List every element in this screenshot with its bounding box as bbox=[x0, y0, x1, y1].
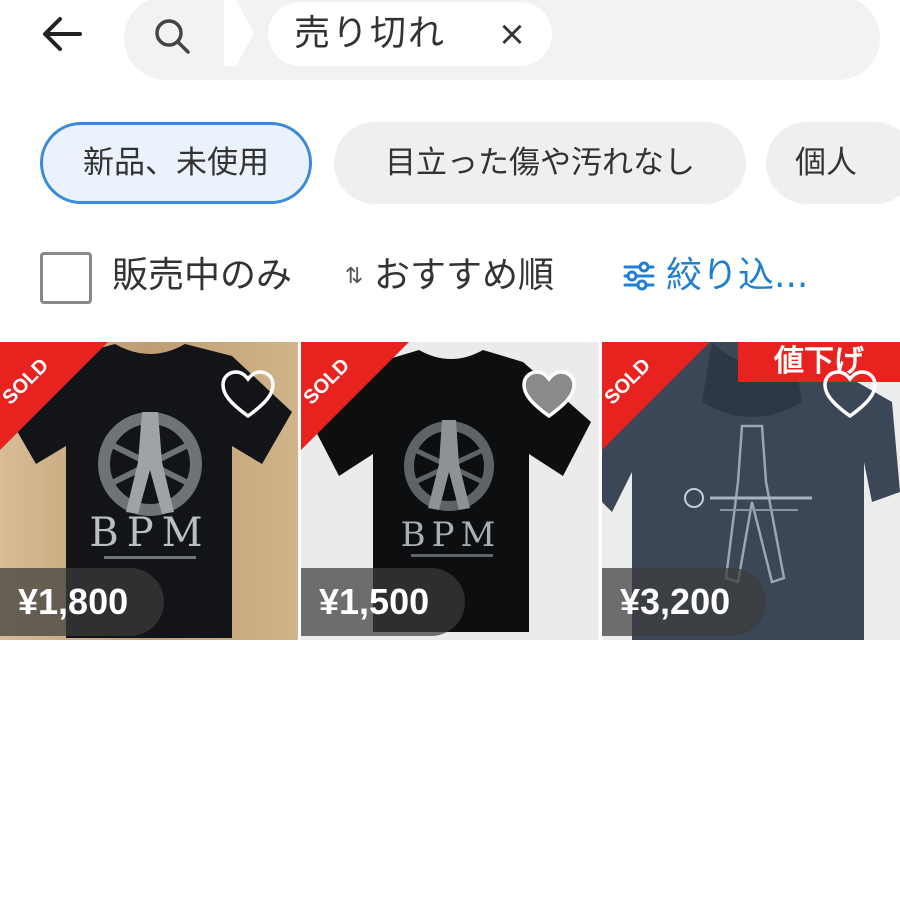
price-tag: ¥3,200 bbox=[602, 568, 767, 636]
heart-icon[interactable] bbox=[521, 370, 577, 420]
shirt-print-text: BPM bbox=[401, 515, 502, 555]
back-button[interactable] bbox=[36, 10, 88, 58]
sort-button[interactable]: ⇅ おすすめ順 bbox=[334, 250, 554, 302]
price-tag: ¥1,800 bbox=[0, 568, 165, 636]
filter-pill-no-noticeable-damage[interactable]: 目立った傷や汚れなし bbox=[334, 122, 746, 204]
top-bar: 売り切れ × bbox=[0, 0, 900, 82]
sold-badge: SOLD bbox=[301, 342, 409, 450]
filter-label: 絞り込... bbox=[666, 255, 809, 296]
shirt-print-text: BPM bbox=[89, 510, 210, 556]
heart-icon[interactable] bbox=[220, 370, 276, 420]
heart-icon[interactable] bbox=[822, 370, 878, 420]
on-sale-only-checkbox[interactable] bbox=[40, 252, 92, 304]
filter-button[interactable]: 絞り込... bbox=[622, 250, 808, 302]
product-card[interactable]: 値下げ SOLD ¥3,200 bbox=[602, 342, 900, 640]
on-sale-only-label: 販売中のみ bbox=[112, 255, 293, 296]
sold-badge: SOLD bbox=[0, 342, 108, 450]
filter-pill-individual[interactable]: 個人 bbox=[766, 122, 900, 204]
product-card[interactable]: BPM SOLD ¥1,800 bbox=[0, 342, 298, 640]
filter-pill-new-unused[interactable]: 新品、未使用 bbox=[40, 122, 312, 204]
clear-keyword-button[interactable]: × bbox=[492, 12, 532, 56]
search-icon[interactable] bbox=[148, 12, 196, 60]
search-keyword: 売り切れ bbox=[294, 13, 447, 54]
back-arrow-icon bbox=[43, 17, 82, 51]
sort-label: おすすめ順 bbox=[374, 255, 555, 296]
price-tag: ¥1,500 bbox=[301, 568, 466, 636]
filter-sliders-icon bbox=[623, 261, 655, 291]
search-keyword-chip[interactable]: 売り切れ × bbox=[268, 2, 552, 66]
sort-arrows-icon: ⇅ bbox=[344, 263, 364, 289]
product-card[interactable]: BPM SOLD ¥1,500 bbox=[301, 342, 599, 640]
sold-badge: SOLD bbox=[602, 342, 710, 450]
